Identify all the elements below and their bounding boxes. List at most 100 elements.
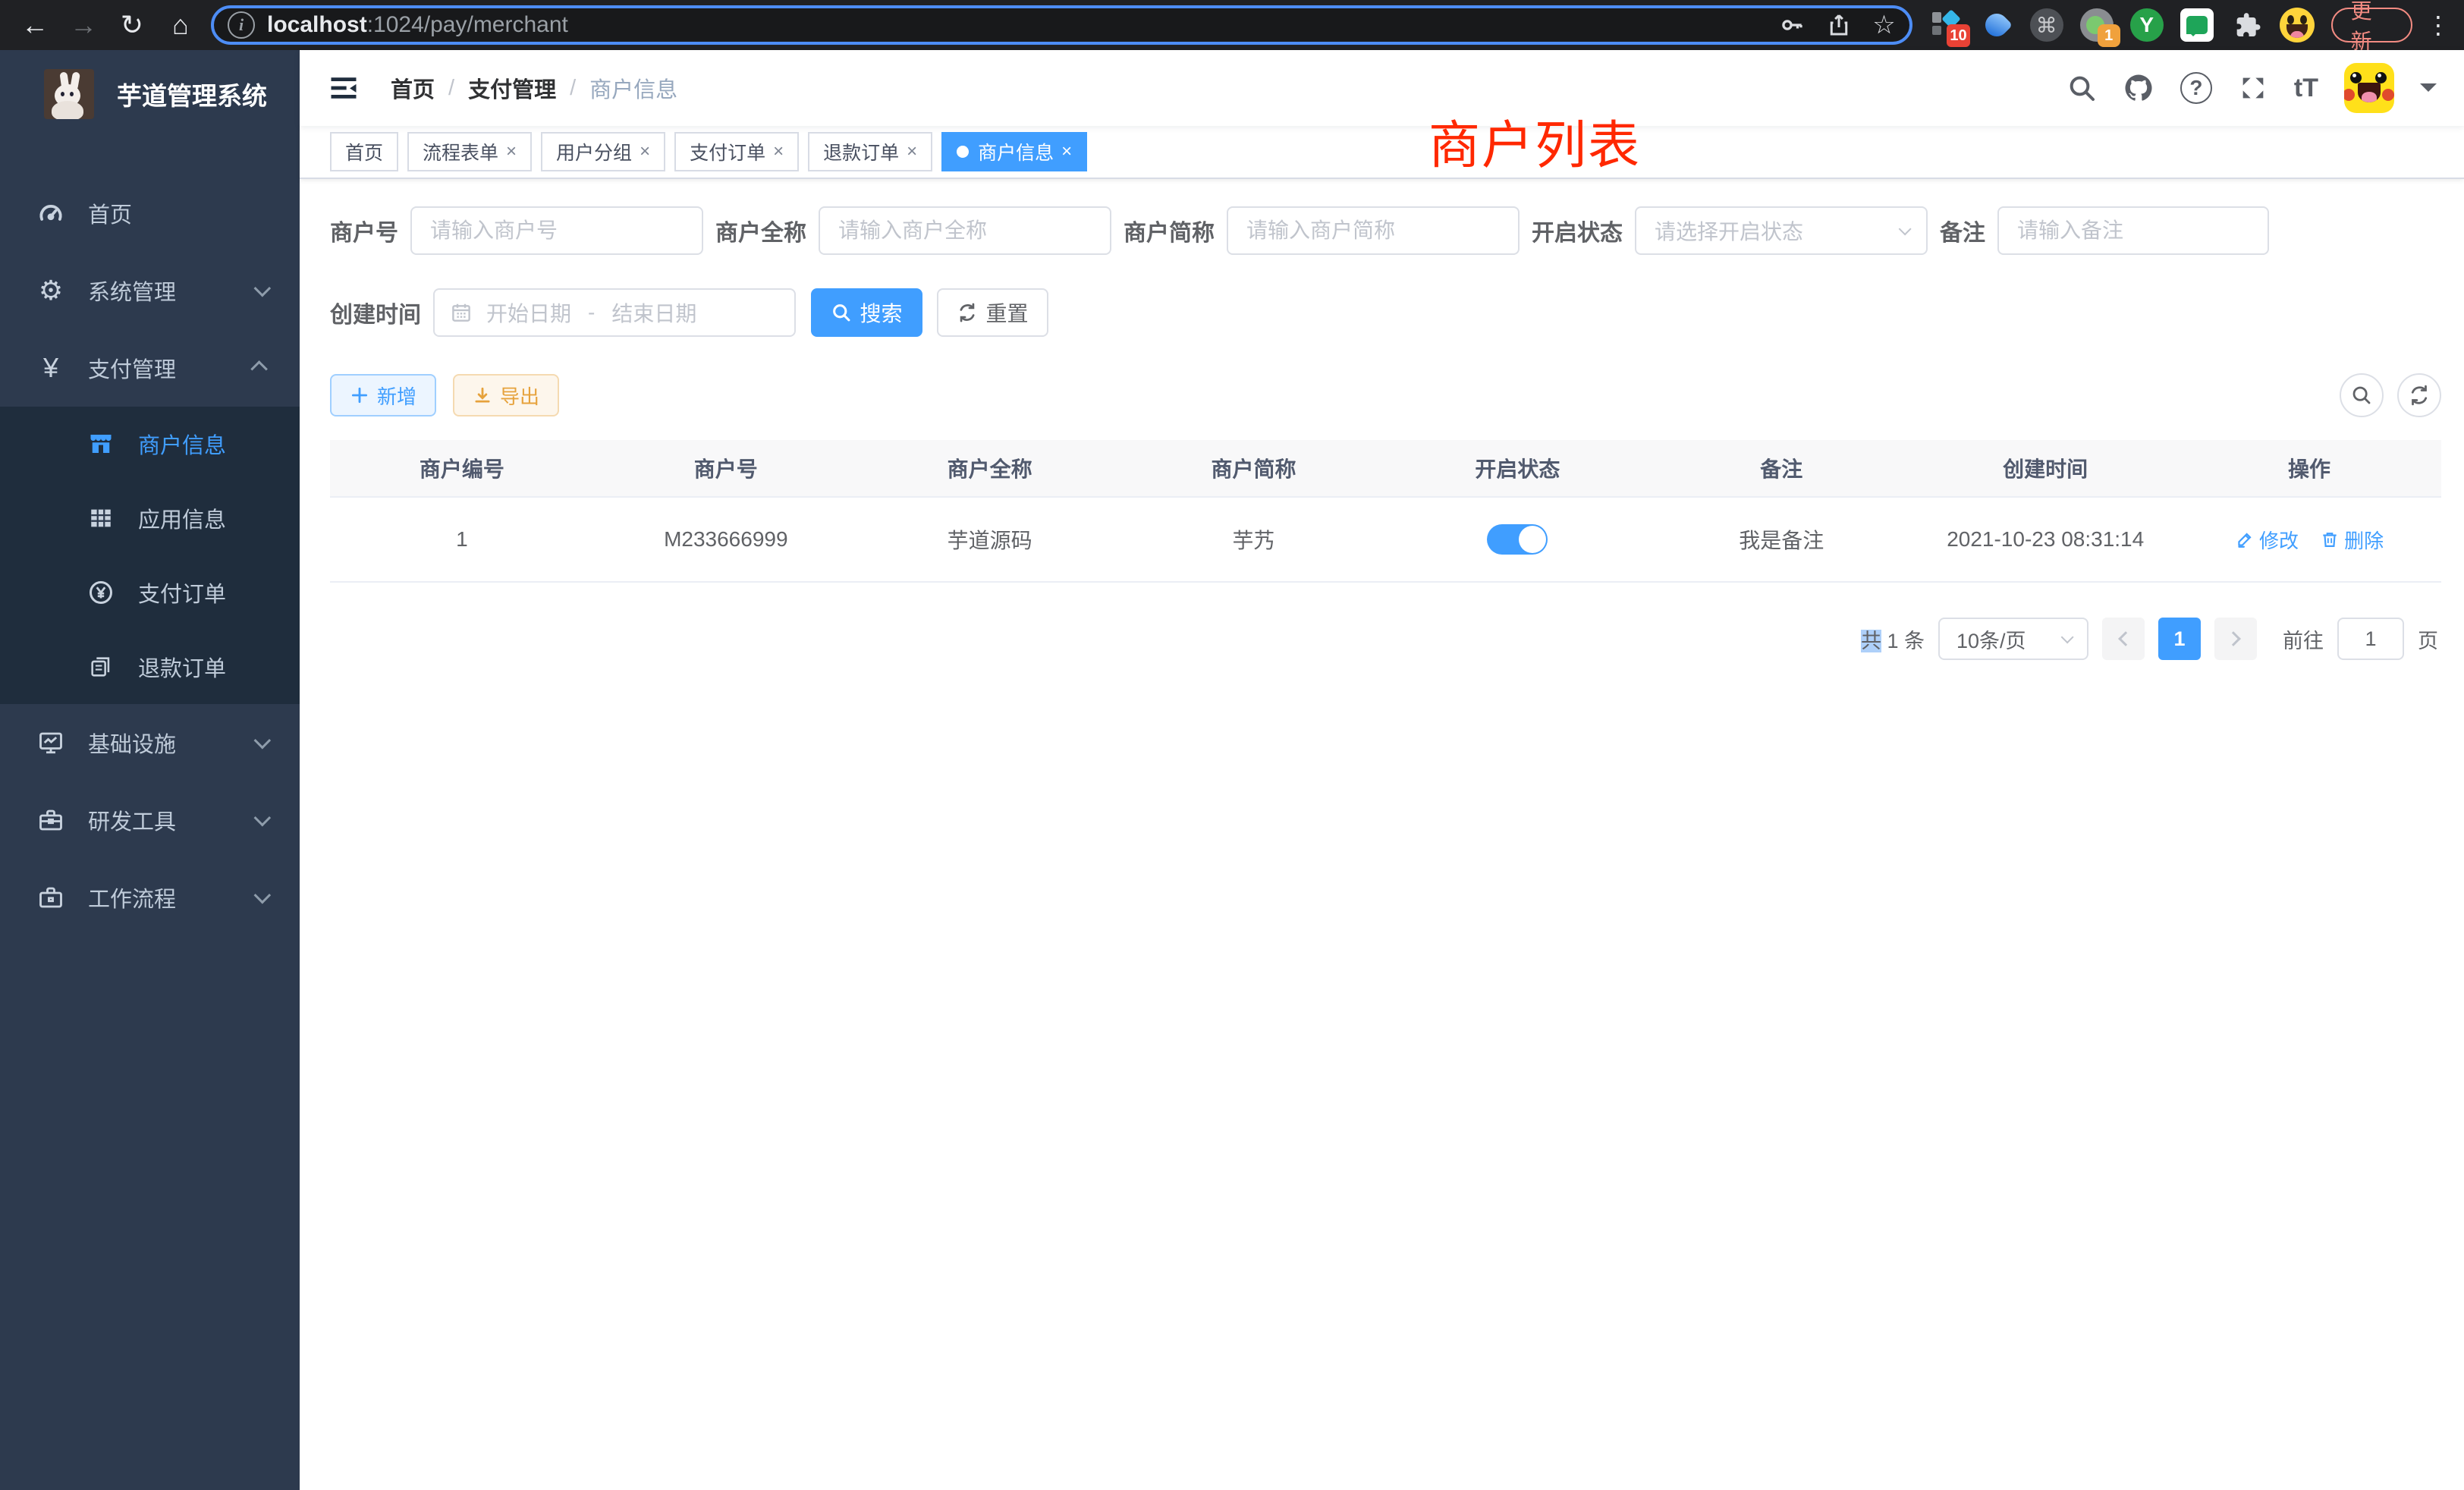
page-number-current[interactable]: 1 (2158, 618, 2201, 660)
active-tab-dot (957, 146, 969, 158)
site-info-icon[interactable]: i (228, 11, 255, 39)
sidebar-logo[interactable]: 芋道管理系统 (0, 50, 300, 138)
refresh-table-button[interactable] (2397, 373, 2441, 417)
browser-update-button[interactable]: 更新 (2331, 8, 2412, 42)
goto-page-input[interactable] (2337, 618, 2404, 660)
pagination-total: 共 1 条 (1861, 624, 1925, 654)
font-size-icon[interactable]: tT (2294, 74, 2318, 103)
breadcrumb-home[interactable]: 首页 (391, 72, 435, 104)
url-bar[interactable]: i localhost:1024/pay/merchant ☆ (211, 5, 1912, 45)
tags-view: 首页 流程表单× 用户分组× 支付订单× 退款订单× 商户信息× (300, 126, 2464, 179)
extension-fragments-icon[interactable]: 10 (1929, 8, 1964, 42)
add-button[interactable]: 新增 (330, 374, 436, 417)
sidebar-item-app-info[interactable]: 应用信息 (0, 481, 300, 555)
start-date-placeholder: 开始日期 (486, 297, 571, 328)
reload-icon[interactable]: ↻ (111, 4, 153, 46)
full-name-input[interactable] (838, 218, 1092, 243)
toggle-search-button[interactable] (2340, 373, 2384, 417)
profile-avatar-icon[interactable] (2280, 8, 2315, 42)
sidebar-item-devtools[interactable]: 研发工具 (0, 781, 300, 859)
search-icon[interactable] (2066, 73, 2097, 103)
user-avatar[interactable] (2344, 63, 2394, 113)
sidebar-item-merchant-info[interactable]: 商户信息 (0, 407, 300, 481)
chevron-left-icon (2118, 631, 2133, 646)
close-icon[interactable]: × (907, 141, 917, 162)
sidebar-fold-icon[interactable] (327, 71, 360, 105)
sidebar-item-pay[interactable]: ¥ 支付管理 (0, 329, 300, 407)
extension-y-icon[interactable]: Y (2129, 8, 2164, 42)
edit-link[interactable]: 修改 (2235, 526, 2299, 554)
page-unit-label: 页 (2418, 624, 2438, 654)
date-separator: - (588, 300, 595, 325)
remark-input[interactable] (2017, 218, 2249, 243)
tab-user-group[interactable]: 用户分组× (541, 132, 665, 171)
sidebar-item-home[interactable]: 首页 (0, 174, 300, 252)
filter-row-2: 创建时间 开始日期 - 结束日期 搜索 (330, 288, 2441, 337)
tab-pay-order[interactable]: 支付订单× (674, 132, 799, 171)
app-title: 芋道管理系统 (117, 76, 267, 112)
github-icon[interactable] (2123, 72, 2154, 104)
close-icon[interactable]: × (773, 141, 784, 162)
status-toggle[interactable] (1487, 524, 1548, 555)
reset-button[interactable]: 重置 (937, 288, 1048, 337)
share-icon[interactable] (1825, 11, 1853, 39)
search-button[interactable]: 搜索 (811, 288, 922, 337)
merchant-table: 商户编号 商户号 商户全称 商户简称 开启状态 备注 创建时间 操作 1 M23… (330, 440, 2441, 583)
sidebar-item-refund-order[interactable]: 退款订单 (0, 630, 300, 704)
extensions-puzzle-icon[interactable] (2230, 8, 2264, 42)
sidebar-item-label: 工作流程 (88, 882, 176, 913)
home-icon[interactable]: ⌂ (159, 4, 202, 46)
documents-icon (83, 654, 118, 680)
export-button[interactable]: 导出 (453, 374, 559, 417)
page-size-select[interactable]: 10条/页 (1938, 618, 2088, 660)
extension-pin-icon[interactable] (1979, 8, 2014, 42)
close-icon[interactable]: × (1061, 141, 1072, 162)
bookmark-star-icon[interactable]: ☆ (1872, 10, 1895, 40)
key-icon[interactable] (1778, 11, 1806, 39)
search-icon (831, 302, 852, 323)
delete-link[interactable]: 删除 (2320, 526, 2384, 554)
column-header: 开启状态 (1386, 440, 1650, 496)
created-time-label: 创建时间 (330, 296, 421, 329)
extension-command-icon[interactable]: ⌘ (2029, 8, 2064, 42)
user-menu-caret-icon[interactable] (2420, 83, 2437, 100)
merchant-no-input[interactable] (430, 218, 684, 243)
tab-process-form[interactable]: 流程表单× (407, 132, 532, 171)
close-icon[interactable]: × (506, 141, 517, 162)
date-range-picker[interactable]: 开始日期 - 结束日期 (433, 288, 796, 337)
tab-home[interactable]: 首页 (330, 132, 398, 171)
short-name-input[interactable] (1246, 218, 1500, 243)
close-icon[interactable]: × (640, 141, 650, 162)
screen: ← → ↻ ⌂ i localhost:1024/pay/merchant ☆ … (0, 0, 2464, 1490)
next-page-button[interactable] (2214, 618, 2257, 660)
short-name-input-wrap (1227, 206, 1520, 255)
forward-icon[interactable]: → (62, 4, 105, 46)
extension-recorder-icon[interactable]: 1 (2079, 8, 2114, 42)
full-name-label: 商户全称 (715, 214, 806, 247)
sidebar-item-workflow[interactable]: 工作流程 (0, 859, 300, 936)
help-icon[interactable]: ? (2180, 72, 2212, 104)
cell-status (1386, 498, 1650, 581)
goto-label: 前往 (2283, 624, 2324, 654)
tab-merchant-info[interactable]: 商户信息× (941, 132, 1087, 171)
column-header: 操作 (2177, 440, 2441, 496)
prev-page-button[interactable] (2102, 618, 2145, 660)
browser-menu-icon[interactable]: ⋮ (2426, 11, 2450, 39)
sidebar-item-system[interactable]: ⚙ 系统管理 (0, 252, 300, 329)
fullscreen-icon[interactable] (2238, 73, 2268, 103)
status-select[interactable]: 请选择开启状态 (1635, 206, 1928, 255)
search-icon (2350, 384, 2373, 407)
column-header: 创建时间 (1913, 440, 2177, 496)
shop-icon (83, 430, 118, 457)
sidebar-item-infra[interactable]: 基础设施 (0, 704, 300, 781)
tab-refund-order[interactable]: 退款订单× (808, 132, 932, 171)
url-text[interactable]: localhost:1024/pay/merchant (267, 12, 1778, 38)
breadcrumb-pay[interactable]: 支付管理 (468, 72, 556, 104)
briefcase-icon (33, 884, 68, 911)
extension-chat-icon[interactable] (2180, 8, 2214, 42)
refresh-icon (957, 302, 978, 323)
sidebar-item-label: 商户信息 (138, 428, 226, 460)
back-icon[interactable]: ← (14, 4, 56, 46)
sidebar-item-pay-order[interactable]: 支付订单 (0, 555, 300, 630)
breadcrumb-separator: / (448, 76, 454, 101)
